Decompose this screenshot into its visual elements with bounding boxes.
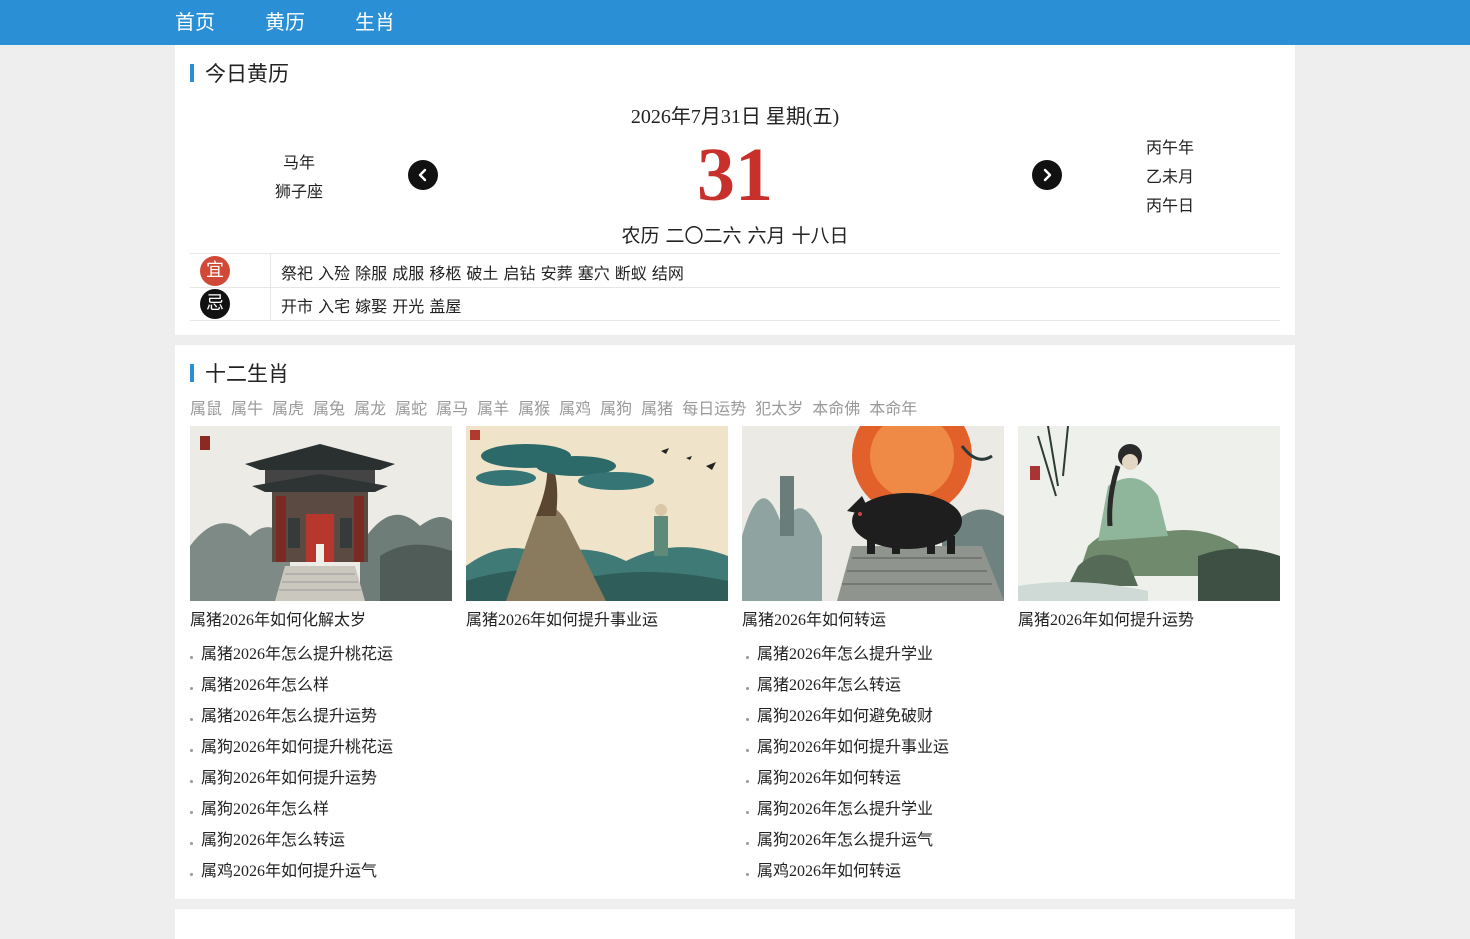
- article-link[interactable]: 属狗2026年如何避免破财: [746, 705, 949, 736]
- zodiac-tab[interactable]: 属马: [436, 399, 468, 418]
- zodiac-tab[interactable]: 属狗: [600, 399, 632, 418]
- pine-mountain-painting-image: [466, 426, 728, 601]
- ganzhi-day: 丙午日: [1145, 198, 1194, 215]
- article-card[interactable]: 属猪2026年如何提升运势: [1018, 426, 1280, 630]
- article-link[interactable]: 属狗2026年如何提升运势: [190, 767, 393, 798]
- article-card[interactable]: 属猪2026年如何提升事业运: [466, 426, 728, 630]
- top-nav: 首页 黄历 生肖: [0, 0, 1470, 45]
- lunar-date: 农历 二〇二六 六月 十八日: [621, 225, 849, 247]
- article-card[interactable]: 属猪2026年如何转运: [742, 426, 1004, 630]
- article-link[interactable]: 属猪2026年怎么提升桃花运: [190, 643, 393, 674]
- almanac-title-text: 今日黄历: [205, 62, 289, 86]
- zodiac-tab[interactable]: 属兔: [313, 399, 345, 418]
- article-caption[interactable]: 属猪2026年如何化解太岁: [190, 606, 452, 630]
- article-caption[interactable]: 属猪2026年如何转运: [742, 606, 1004, 630]
- zodiac-tab[interactable]: 属鼠: [190, 399, 222, 418]
- zodiac-tab[interactable]: 属猴: [518, 399, 550, 418]
- zodiac-tab[interactable]: 本命年: [869, 399, 917, 418]
- article-link[interactable]: 属猪2026年怎么样: [190, 674, 393, 705]
- article-link[interactable]: 属狗2026年如何提升事业运: [746, 736, 949, 767]
- zodiac-tab[interactable]: 属羊: [477, 399, 509, 418]
- zodiac-tab[interactable]: 属牛: [231, 399, 263, 418]
- zodiac-tab[interactable]: 属龙: [354, 399, 386, 418]
- article-link[interactable]: 属狗2026年怎么提升学业: [746, 798, 949, 829]
- zodiac-tab[interactable]: 属蛇: [395, 399, 427, 418]
- article-list-left: 属猪2026年怎么提升桃花运 属猪2026年怎么样 属猪2026年怎么提升运势 …: [190, 643, 393, 891]
- nav-almanac[interactable]: 黄历: [265, 0, 305, 45]
- zodiac-tab[interactable]: 属虎: [272, 399, 304, 418]
- nav-home[interactable]: 首页: [175, 0, 215, 45]
- ganzhi-month: 乙未月: [1145, 169, 1194, 186]
- ji-row: 忌 开市 入宅 嫁娶 开光 盖屋: [190, 287, 1280, 321]
- article-link[interactable]: 属狗2026年怎么提升运气: [746, 829, 949, 860]
- boar-painting-image: [742, 426, 1004, 601]
- day-number: 31: [697, 133, 773, 217]
- zodiac-title-text: 十二生肖: [205, 362, 289, 386]
- zodiac-tab[interactable]: 属鸡: [559, 399, 591, 418]
- temple-painting-image: [190, 426, 452, 601]
- article-caption[interactable]: 属猪2026年如何提升运势: [1018, 606, 1280, 630]
- nav-zodiac[interactable]: 生肖: [355, 0, 395, 45]
- article-link[interactable]: 属鸡2026年如何转运: [746, 860, 949, 891]
- article-image[interactable]: [466, 426, 728, 601]
- article-link[interactable]: 属狗2026年怎么样: [190, 798, 393, 829]
- divider: [270, 254, 271, 287]
- chevron-right-icon: [1043, 168, 1052, 182]
- article-link[interactable]: 属鸡2026年如何提升运气: [190, 860, 393, 891]
- figure-by-stream-painting-image: [1018, 426, 1280, 601]
- title-accent-bar: [190, 364, 194, 382]
- next-panel: [175, 909, 1295, 939]
- article-link[interactable]: 属猪2026年怎么提升运势: [190, 705, 393, 736]
- next-day-button[interactable]: [1032, 160, 1062, 190]
- yi-activities: 祭祀 入殓 除服 成服 移柩 破土 启钻 安葬 塞穴 断蚁 结网: [281, 264, 684, 283]
- article-image[interactable]: [742, 426, 1004, 601]
- article-link[interactable]: 属猪2026年怎么转运: [746, 674, 949, 705]
- article-list-right: 属猪2026年怎么提升学业 属猪2026年怎么转运 属狗2026年如何避免破财 …: [746, 643, 949, 891]
- zodiac-tab[interactable]: 每日运势: [682, 399, 746, 418]
- yi-badge: 宜: [200, 256, 230, 286]
- article-link[interactable]: 属狗2026年如何转运: [746, 767, 949, 798]
- yi-row: 宜 祭祀 入殓 除服 成服 移柩 破土 启钻 安葬 塞穴 断蚁 结网: [190, 253, 1280, 288]
- almanac-panel: 今日黄历 2026年7月31日 星期(五) 马年 狮子座 31 丙午年 乙未月 …: [175, 45, 1295, 335]
- article-image[interactable]: [190, 426, 452, 601]
- zodiac-tab[interactable]: 属猪: [641, 399, 673, 418]
- article-link[interactable]: 属狗2026年如何提升桃花运: [190, 736, 393, 767]
- ji-badge: 忌: [200, 289, 230, 319]
- zodiac-panel: 十二生肖 属鼠 属牛 属虎 属兔 属龙 属蛇 属马 属羊 属猴 属鸡 属狗 属猪 每日运势 犯太岁 本命佛本…: [175, 345, 1295, 899]
- ganzhi-year: 丙午年: [1145, 140, 1194, 157]
- article-image[interactable]: [1018, 426, 1280, 601]
- zodiac-tab[interactable]: 犯太岁: [755, 399, 803, 418]
- date-line: 2026年7月31日 星期(五): [630, 106, 840, 128]
- zodiac-tab[interactable]: 本命佛: [812, 399, 860, 418]
- ji-activities: 开市 入宅 嫁娶 开光 盖屋: [281, 297, 462, 316]
- title-accent-bar: [190, 64, 194, 82]
- article-card[interactable]: 属猪2026年如何化解太岁: [190, 426, 452, 630]
- divider: [270, 287, 271, 320]
- article-caption[interactable]: 属猪2026年如何提升事业运: [466, 606, 728, 630]
- article-link[interactable]: 属狗2026年怎么转运: [190, 829, 393, 860]
- article-link[interactable]: 属猪2026年怎么提升学业: [746, 643, 949, 674]
- zodiac-tabs: 属鼠 属牛 属虎 属兔 属龙 属蛇 属马 属羊 属猴 属鸡 属狗 属猪 每日运势 犯太岁 本命佛 本命年: [190, 395, 926, 419]
